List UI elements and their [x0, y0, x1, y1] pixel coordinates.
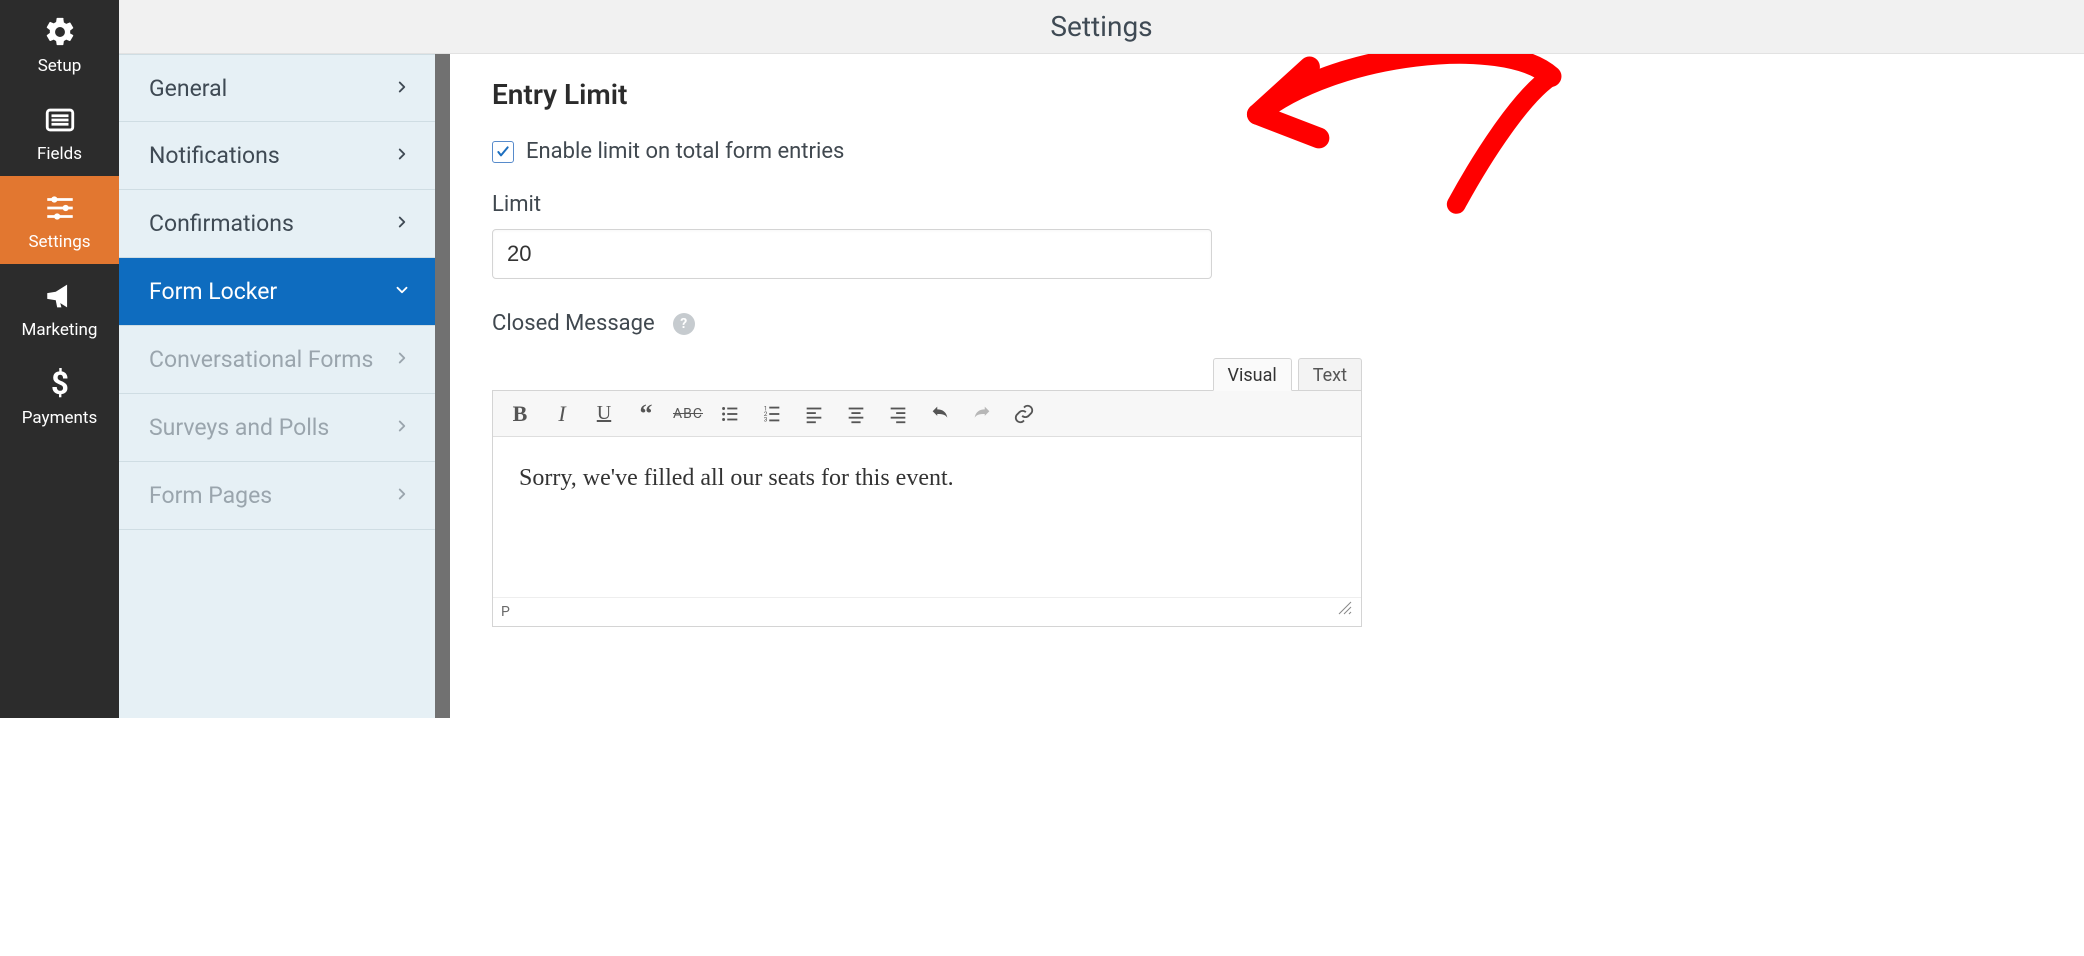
closed-message-editor-wrap: Visual Text B I U “ ABC 123: [492, 358, 1362, 627]
italic-icon: I: [558, 401, 565, 427]
settings-item-label: Confirmations: [149, 210, 294, 237]
editor-tabs: Visual Text: [492, 358, 1362, 391]
align-left-icon: [803, 403, 825, 425]
settings-item-conversational-forms[interactable]: Conversational Forms: [119, 326, 435, 394]
settings-menu: General Notifications Confirmations Form…: [119, 0, 435, 718]
link-icon: [1013, 403, 1035, 425]
gear-icon: [42, 14, 78, 50]
editor-statusbar: P: [493, 597, 1361, 626]
svg-text:3: 3: [764, 415, 768, 423]
enable-limit-label: Enable limit on total form entries: [526, 139, 844, 164]
numbered-list-icon: 123: [761, 403, 783, 425]
settings-item-notifications[interactable]: Notifications: [119, 122, 435, 190]
italic-button[interactable]: I: [541, 396, 583, 432]
blockquote-button[interactable]: “: [625, 396, 667, 432]
nav-setup-label: Setup: [38, 56, 82, 76]
nav-settings[interactable]: Settings: [0, 176, 119, 264]
primary-nav: Setup Fields Settings Marketing $ Paymen…: [0, 0, 119, 718]
bullhorn-icon: [42, 278, 78, 314]
strikethrough-icon: ABC: [673, 406, 703, 422]
page-title: Settings: [1050, 10, 1152, 43]
editor-tab-text[interactable]: Text: [1298, 358, 1362, 391]
underline-icon: U: [597, 402, 611, 425]
nav-fields[interactable]: Fields: [0, 88, 119, 176]
chevron-right-icon: [393, 482, 411, 509]
page-header: Settings: [119, 0, 2084, 54]
align-center-button[interactable]: [835, 396, 877, 432]
quote-icon: “: [640, 406, 653, 422]
editor-toolbar: B I U “ ABC 123: [493, 391, 1361, 437]
settings-item-confirmations[interactable]: Confirmations: [119, 190, 435, 258]
settings-item-label: General: [149, 75, 227, 102]
enable-limit-checkbox[interactable]: [492, 141, 514, 163]
editor-element-path: P: [501, 604, 510, 620]
settings-item-label: Form Pages: [149, 482, 272, 509]
redo-icon: [971, 403, 993, 425]
undo-button[interactable]: [919, 396, 961, 432]
sliders-icon: [42, 190, 78, 226]
closed-message-editor: B I U “ ABC 123 Sorry, we've filled all …: [492, 390, 1362, 627]
editor-tab-visual[interactable]: Visual: [1213, 358, 1292, 391]
editor-textarea[interactable]: Sorry, we've filled all our seats for th…: [493, 437, 1361, 597]
chevron-right-icon: [393, 414, 411, 441]
undo-icon: [929, 403, 951, 425]
limit-label: Limit: [492, 192, 1521, 217]
settings-item-form-pages[interactable]: Form Pages: [119, 462, 435, 530]
panel-divider: [435, 0, 450, 718]
closed-message-label: Closed Message: [492, 311, 655, 336]
underline-button[interactable]: U: [583, 396, 625, 432]
settings-content: Entry Limit Enable limit on total form e…: [450, 0, 1563, 718]
chevron-right-icon: [393, 142, 411, 169]
redo-button: [961, 396, 1003, 432]
settings-item-general[interactable]: General: [119, 54, 435, 122]
nav-marketing-label: Marketing: [22, 320, 98, 340]
settings-item-label: Surveys and Polls: [149, 414, 329, 441]
chevron-down-icon: [393, 278, 411, 305]
bullet-list-button[interactable]: [709, 396, 751, 432]
bullet-list-icon: [719, 403, 741, 425]
bold-icon: B: [513, 401, 528, 427]
numbered-list-button[interactable]: 123: [751, 396, 793, 432]
link-button[interactable]: [1003, 396, 1045, 432]
settings-item-label: Conversational Forms: [149, 346, 373, 373]
nav-setup[interactable]: Setup: [0, 0, 119, 88]
chevron-right-icon: [393, 210, 411, 237]
bold-button[interactable]: B: [499, 396, 541, 432]
entry-limit-heading: Entry Limit: [492, 78, 1521, 111]
settings-item-form-locker[interactable]: Form Locker: [119, 258, 435, 326]
nav-payments-label: Payments: [22, 408, 97, 428]
chevron-right-icon: [393, 346, 411, 373]
strikethrough-button[interactable]: ABC: [667, 396, 709, 432]
svg-text:$: $: [51, 367, 69, 401]
chevron-right-icon: [393, 75, 411, 102]
dollar-icon: $: [42, 366, 78, 402]
enable-limit-row[interactable]: Enable limit on total form entries: [492, 139, 1521, 164]
align-left-button[interactable]: [793, 396, 835, 432]
nav-fields-label: Fields: [37, 144, 82, 164]
nav-settings-label: Settings: [28, 232, 90, 252]
limit-input[interactable]: [492, 229, 1212, 279]
resize-handle[interactable]: [1337, 600, 1353, 620]
main-panel: Entry Limit Enable limit on total form e…: [450, 0, 1563, 718]
settings-item-surveys-polls[interactable]: Surveys and Polls: [119, 394, 435, 462]
settings-item-label: Notifications: [149, 142, 280, 169]
nav-payments[interactable]: $ Payments: [0, 352, 119, 440]
list-icon: [42, 102, 78, 138]
help-icon[interactable]: ?: [673, 313, 695, 335]
align-right-button[interactable]: [877, 396, 919, 432]
settings-item-label: Form Locker: [149, 278, 277, 305]
nav-marketing[interactable]: Marketing: [0, 264, 119, 352]
align-right-icon: [887, 403, 909, 425]
align-center-icon: [845, 403, 867, 425]
